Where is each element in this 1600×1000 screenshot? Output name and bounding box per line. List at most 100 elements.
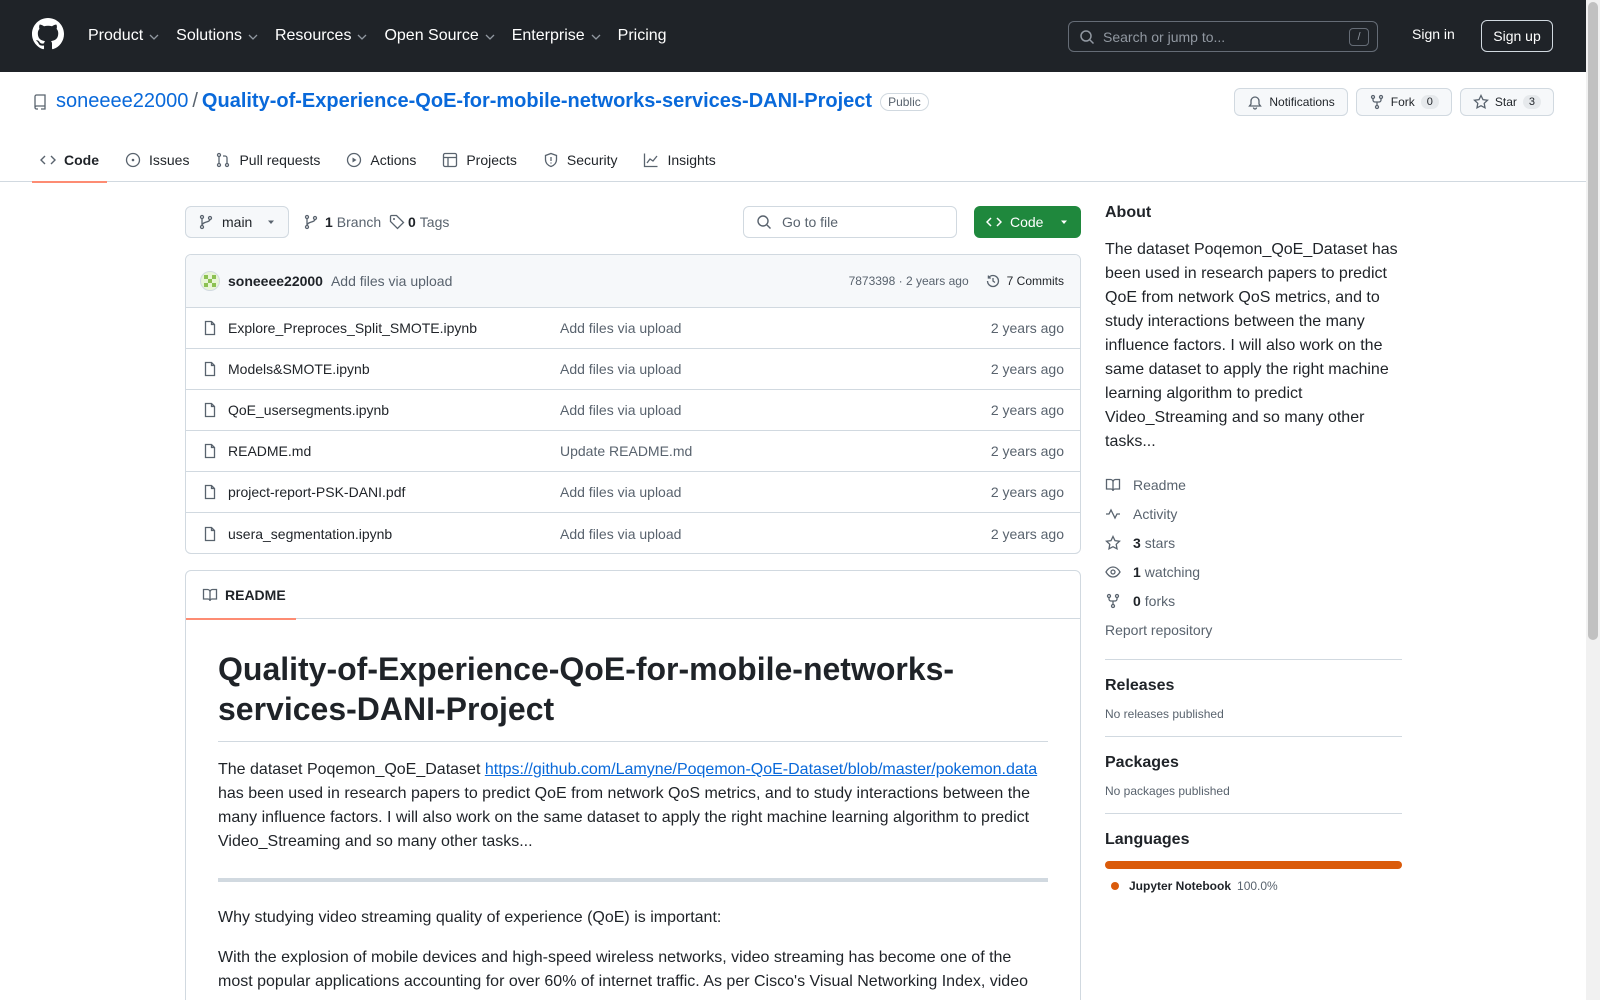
readme-title: Quality-of-Experience-QoE-for-mobile-net…	[218, 649, 1048, 742]
report-repository-link[interactable]: Report repository	[1105, 615, 1402, 644]
dataset-link[interactable]: https://github.com/Lamyne/Poqemon-QoE-Da…	[485, 761, 1037, 778]
file-name-link[interactable]: usera_segmentation.ipynb	[228, 526, 560, 542]
file-row[interactable]: Explore_Preproces_Split_SMOTE.ipynb Add …	[186, 308, 1080, 349]
readme-link[interactable]: Readme	[1105, 470, 1402, 499]
tab-label: Actions	[370, 152, 417, 168]
issue-icon	[125, 152, 141, 168]
activity-link-label: Activity	[1133, 505, 1178, 522]
github-logo-icon[interactable]	[32, 18, 64, 50]
fork-button[interactable]: Fork 0	[1355, 88, 1452, 116]
search-shortcut-key: /	[1349, 27, 1369, 46]
tab-insights[interactable]: Insights	[635, 138, 723, 182]
tag-icon	[389, 214, 405, 230]
file-row[interactable]: Models&SMOTE.ipynb Add files via upload …	[186, 349, 1080, 390]
commit-hash-time[interactable]: 7873398 · 2 years ago	[849, 274, 969, 288]
search-input[interactable]: Search or jump to... /	[1068, 21, 1378, 52]
caret-down-icon	[1061, 220, 1067, 224]
star-count: 3	[1522, 95, 1541, 109]
chevron-down-icon	[248, 34, 258, 40]
file-commit-message[interactable]: Add files via upload	[560, 526, 991, 542]
readme-content: Quality-of-Experience-QoE-for-mobile-net…	[186, 619, 1080, 1000]
nav-resources[interactable]: Resources	[275, 27, 368, 45]
repo-title: soneeee22000 / Quality-of-Experience-QoE…	[32, 90, 929, 113]
star-button[interactable]: Star 3	[1459, 88, 1554, 116]
language-color-dot	[1111, 882, 1119, 890]
commits-history-link[interactable]: 7 Commits	[985, 273, 1064, 289]
file-name-link[interactable]: QoE_usersegments.ipynb	[228, 402, 560, 418]
tab-issues[interactable]: Issues	[117, 138, 197, 182]
avatar[interactable]	[200, 271, 220, 291]
nav-solutions[interactable]: Solutions	[176, 27, 259, 45]
search-icon	[1080, 29, 1095, 44]
forks-count: 0	[1133, 592, 1141, 609]
about-heading: About	[1105, 204, 1152, 221]
file-commit-message[interactable]: Add files via upload	[560, 484, 991, 500]
file-commit-message[interactable]: Add files via upload	[560, 361, 991, 377]
branches-link[interactable]: 1 Branch	[303, 206, 381, 238]
tab-security[interactable]: Security	[535, 138, 626, 182]
tag-count: 0	[408, 214, 416, 230]
watchers-link[interactable]: 1 watching	[1105, 557, 1402, 586]
forks-link[interactable]: 0 forks	[1105, 586, 1402, 615]
tab-label: Code	[64, 152, 99, 168]
star-icon	[1105, 534, 1121, 550]
commit-author-link[interactable]: soneeee22000	[228, 273, 323, 289]
file-row[interactable]: project-report-PSK-DANI.pdf Add files vi…	[186, 472, 1080, 513]
nav-label: Resources	[274, 27, 352, 44]
go-to-file-input[interactable]: Go to file	[743, 206, 957, 238]
file-row[interactable]: usera_segmentation.ipynb Add files via u…	[186, 513, 1080, 553]
stars-link[interactable]: 3 stars	[1105, 528, 1402, 557]
language-name: Jupyter Notebook	[1129, 879, 1232, 893]
tab-label: Projects	[466, 152, 517, 168]
stars-label: stars	[1144, 534, 1176, 551]
tab-actions[interactable]: Actions	[338, 138, 424, 182]
sign-in-link[interactable]: Sign in	[1412, 26, 1455, 42]
visibility-badge: Public	[880, 92, 929, 111]
file-name-link[interactable]: README.md	[228, 443, 560, 459]
nav-open-source[interactable]: Open Source	[384, 27, 495, 45]
file-name-link[interactable]: Explore_Preproces_Split_SMOTE.ipynb	[228, 320, 560, 336]
packages-heading[interactable]: Packages	[1105, 754, 1402, 772]
file-commit-message[interactable]: Add files via upload	[560, 320, 991, 336]
file-name-link[interactable]: project-report-PSK-DANI.pdf	[228, 484, 560, 500]
file-commit-message[interactable]: Add files via upload	[560, 402, 991, 418]
releases-heading[interactable]: Releases	[1105, 677, 1402, 695]
play-icon	[347, 152, 362, 168]
file-commit-message[interactable]: Update README.md	[560, 443, 991, 459]
branch-selector[interactable]: main	[185, 206, 289, 238]
tab-pull-requests[interactable]: Pull requests	[207, 138, 328, 182]
packages-empty-text: No packages published	[1105, 784, 1230, 798]
languages-heading: Languages	[1105, 831, 1190, 848]
commit-message-link[interactable]: Add files via upload	[331, 273, 849, 289]
repo-owner-link[interactable]: soneeee22000	[56, 90, 188, 113]
packages-section: Packages No packages published	[1105, 736, 1402, 798]
readme-tab[interactable]: README	[186, 571, 296, 620]
nav-label: Solutions	[176, 27, 242, 44]
nav-product[interactable]: Product	[88, 27, 160, 45]
languages-section: Languages Jupyter Notebook 100.0%	[1105, 813, 1402, 893]
language-item[interactable]: Jupyter Notebook 100.0%	[1105, 879, 1402, 893]
sign-up-button[interactable]: Sign up	[1481, 20, 1553, 52]
repo-name-link[interactable]: Quality-of-Experience-QoE-for-mobile-net…	[202, 90, 872, 113]
file-row[interactable]: QoE_usersegments.ipynb Add files via upl…	[186, 390, 1080, 431]
tab-projects[interactable]: Projects	[434, 138, 525, 182]
code-dropdown-button[interactable]: Code	[974, 206, 1081, 238]
book-icon	[202, 588, 218, 602]
activity-link[interactable]: Activity	[1105, 499, 1402, 528]
tags-link[interactable]: 0 Tags	[389, 206, 449, 238]
chevron-down-icon	[357, 34, 367, 40]
page-scrollbar[interactable]	[1586, 0, 1600, 1000]
branch-name: main	[222, 214, 253, 230]
nav-enterprise[interactable]: Enterprise	[512, 27, 602, 45]
file-name-link[interactable]: Models&SMOTE.ipynb	[228, 361, 560, 377]
scrollbar-thumb[interactable]	[1588, 2, 1598, 640]
file-row[interactable]: README.md Update README.md 2 years ago	[186, 431, 1080, 472]
code-icon	[986, 217, 1002, 227]
tab-code[interactable]: Code	[32, 138, 107, 183]
forks-label: forks	[1144, 592, 1176, 609]
eye-icon	[1105, 565, 1121, 578]
nav-label: Pricing	[617, 27, 667, 44]
notifications-button[interactable]: Notifications	[1234, 88, 1348, 116]
file-icon	[204, 320, 216, 336]
nav-pricing[interactable]: Pricing	[618, 27, 667, 45]
